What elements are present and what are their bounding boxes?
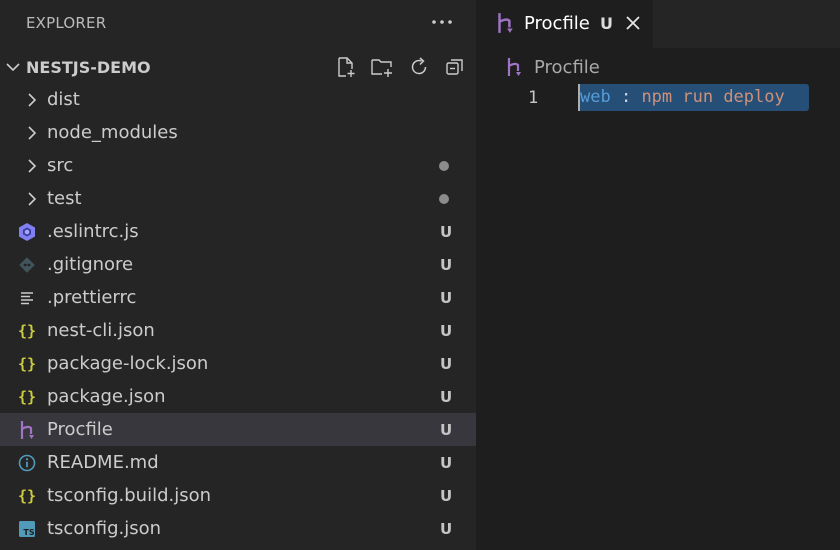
git-status-badge: U [440,454,453,472]
tab-label: Procfile [524,13,590,34]
git-status-badge: U [440,322,453,340]
git-status-badge: U [440,223,453,241]
chevron-down-icon[interactable] [5,59,21,75]
git-status-badge: U [440,355,453,373]
svg-text:{}: {} [18,487,36,505]
tree-item-label: tsconfig.build.json [47,485,212,506]
line-number: 1 [528,88,539,108]
heroku-icon [507,58,521,76]
modified-dot-indicator [439,161,449,171]
tree-item-tsconfig-build-json[interactable]: {} tsconfig.build.json U [0,479,476,512]
json-braces-icon: {} [17,354,37,374]
tree-item-label: node_modules [47,122,178,143]
tree-item-label: .prettierrc [47,287,137,308]
git-status-badge: U [440,256,453,274]
tree-item-label: src [47,155,74,176]
tree-item-package-lock-json[interactable]: {} package-lock.json U [0,347,476,380]
new-file-icon[interactable] [333,54,359,80]
tree-item-label: tsconfig.json [47,518,162,539]
tree-item-gitignore[interactable]: .gitignore U [0,248,476,281]
tree-item-label: test [47,188,82,209]
breadcrumb-file: Procfile [534,57,600,78]
git-status-badge: U [440,388,453,406]
git-icon [17,255,37,275]
explorer-title: EXPLORER [26,14,107,32]
tree-item-label: package.json [47,386,166,407]
eslint-icon [17,222,37,242]
chevron-right-icon [28,159,37,173]
editor-tab-bar: Procfile U [476,0,840,48]
svg-text:{}: {} [18,322,36,340]
file-tree: dist node_modules src test .eslintrc.js … [0,83,476,545]
code-line[interactable]: 1 web : npm run deploy [476,84,840,112]
tree-item-label: nest-cli.json [47,320,155,341]
close-icon[interactable] [623,13,643,33]
editor-group: Procfile U Procfile 1 web : npm run depl… [476,0,840,550]
tree-item-src[interactable]: src [0,149,476,182]
git-status-badge: U [440,487,453,505]
tree-item-prettierrc[interactable]: .prettierrc U [0,281,476,314]
tree-item-dist[interactable]: dist [0,83,476,116]
code-text[interactable]: web : npm run deploy [580,87,785,107]
tab-procfile[interactable]: Procfile U [476,0,653,48]
chevron-right-icon [28,93,37,107]
heroku-icon [17,420,37,440]
vscode-window: EXPLORER NESTJS-DEMO dist node_modules s… [0,0,840,550]
workspace-folder-name: NESTJS-DEMO [26,58,151,77]
json-braces-icon: {} [17,387,37,407]
tree-item-nest-cli-json[interactable]: {} nest-cli.json U [0,314,476,347]
collapse-all-icon[interactable] [442,54,468,80]
tab-git-status: U [600,14,613,33]
ellipsis-icon[interactable] [428,8,456,36]
code-token-separator: : [610,87,642,107]
code-token-key: web [580,87,611,107]
tree-item-node-modules[interactable]: node_modules [0,116,476,149]
heroku-icon [498,13,513,33]
svg-text:TS: TS [23,528,34,537]
chevron-right-icon [28,192,37,206]
tree-item-eslintrc[interactable]: .eslintrc.js U [0,215,476,248]
tree-item-label: README.md [47,452,159,473]
info-icon [17,453,37,473]
git-status-badge: U [440,520,453,538]
tree-item-readme[interactable]: README.md U [0,446,476,479]
tree-item-test[interactable]: test [0,182,476,215]
tree-item-label: .gitignore [47,254,134,275]
tree-item-package-json[interactable]: {} package.json U [0,380,476,413]
code-token-command: npm run deploy [641,87,785,107]
typescript-icon: TS [17,519,37,539]
workspace-folder-row[interactable]: NESTJS-DEMO [0,50,476,83]
svg-text:{}: {} [18,388,36,406]
tree-item-procfile[interactable]: Procfile U [0,413,476,446]
git-status-badge: U [440,289,453,307]
json-braces-icon: {} [17,321,37,341]
explorer-sidebar: EXPLORER NESTJS-DEMO dist node_modules s… [0,0,476,550]
new-folder-icon[interactable] [369,54,395,80]
modified-dot-indicator [439,194,449,204]
tree-item-label: .eslintrc.js [47,221,139,242]
refresh-icon[interactable] [406,54,432,80]
tree-item-tsconfig-json[interactable]: TS tsconfig.json U [0,512,476,545]
tree-item-label: Procfile [47,419,113,440]
git-status-badge: U [440,421,453,439]
explorer-header: EXPLORER [0,0,476,46]
text-lines-icon [17,288,37,308]
tree-item-label: dist [47,89,80,110]
svg-text:{}: {} [18,355,36,373]
tree-item-label: package-lock.json [47,353,209,374]
json-braces-icon: {} [17,486,37,506]
chevron-right-icon [28,126,37,140]
